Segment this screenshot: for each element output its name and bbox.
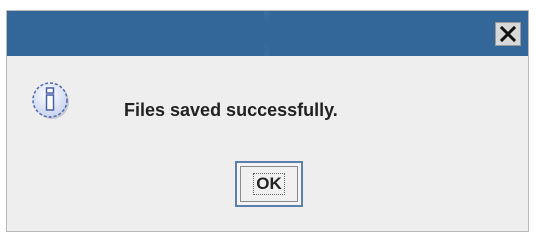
info-icon — [32, 82, 69, 119]
title-bar[interactable] — [7, 11, 528, 56]
dialog-message: Files saved successfully. — [124, 100, 338, 120]
close-icon — [500, 26, 516, 42]
ok-button-face[interactable]: OK — [240, 166, 298, 202]
ok-button-label: OK — [253, 173, 285, 195]
title-bar-divider — [264, 11, 269, 56]
close-button[interactable] — [495, 22, 521, 46]
ok-button[interactable]: OK — [235, 161, 303, 207]
message-dialog: Files saved successfully. OK — [6, 10, 529, 232]
